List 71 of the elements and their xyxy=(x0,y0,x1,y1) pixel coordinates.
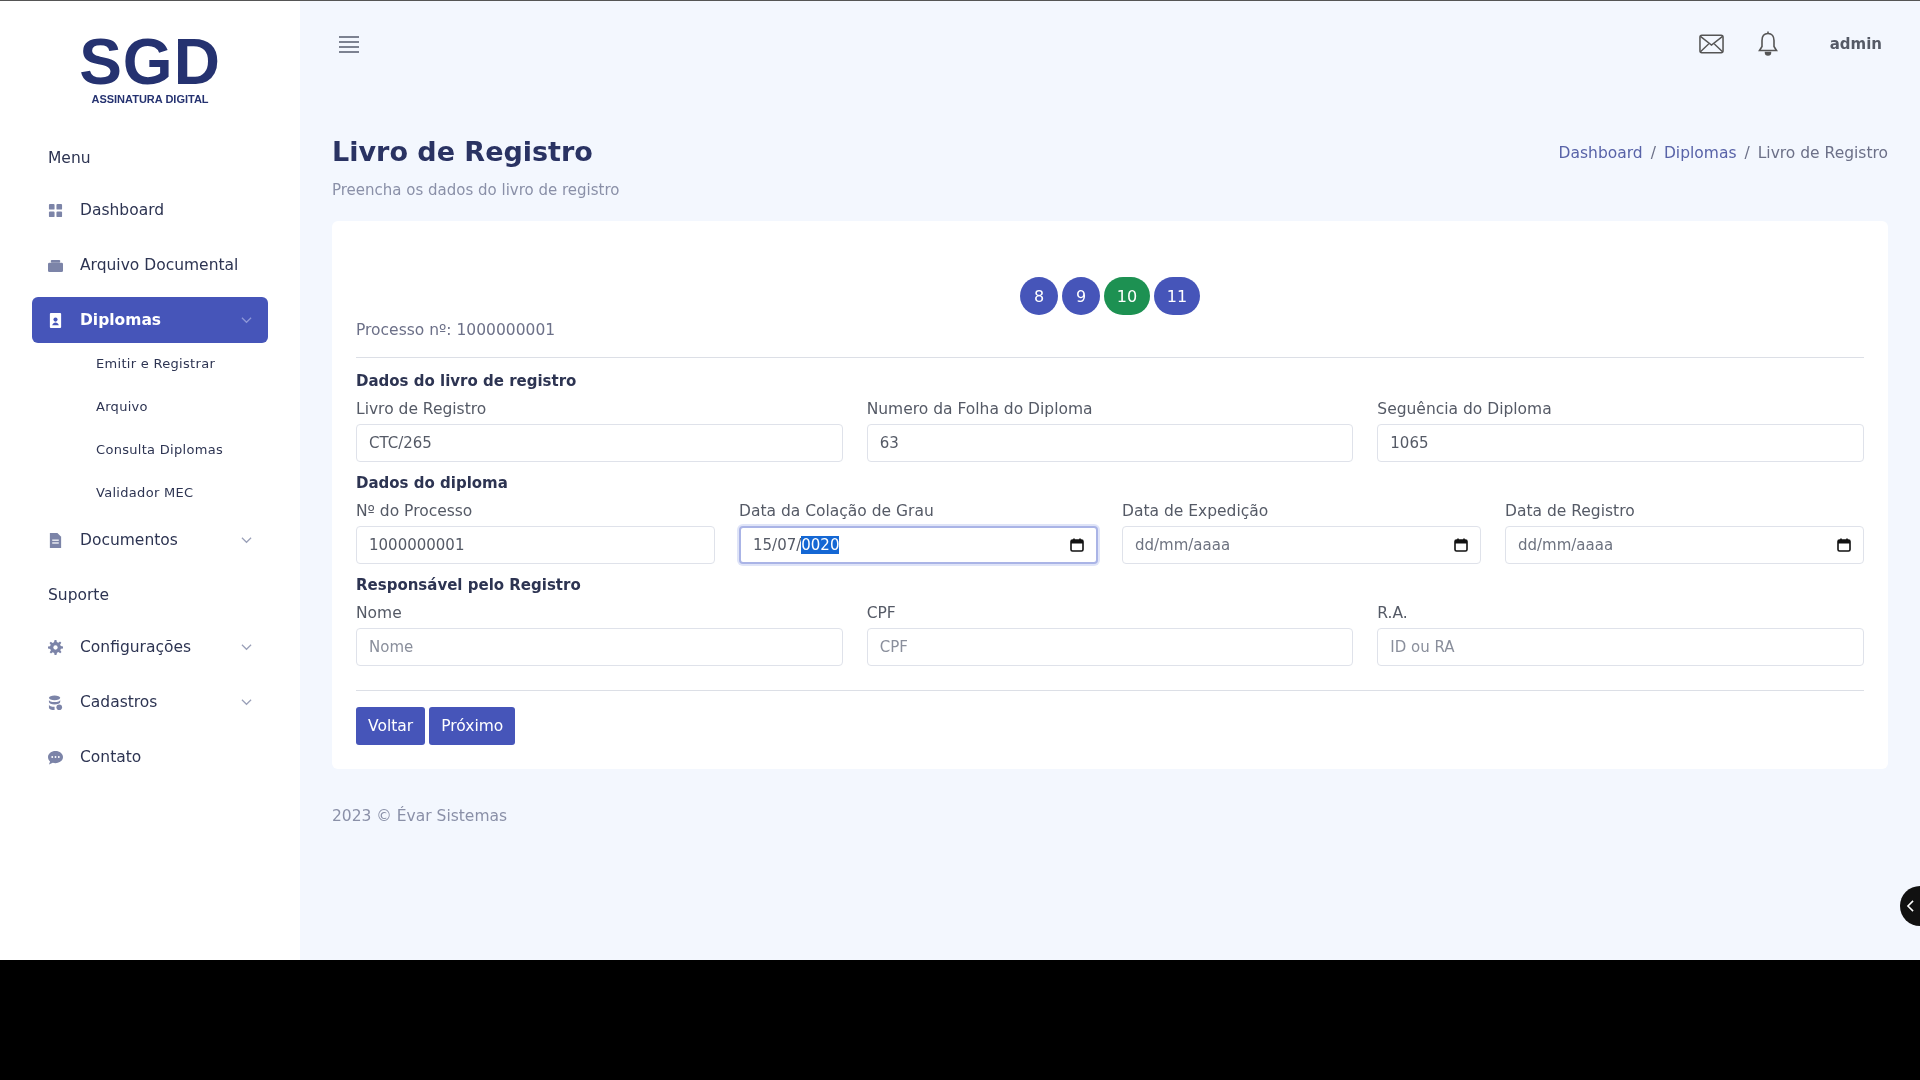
input-field[interactable]: 1065 xyxy=(1377,424,1864,462)
sidebar-item[interactable]: Dashboard xyxy=(32,187,268,233)
menu-section-title: Suporte xyxy=(47,586,110,604)
chevron-down-icon xyxy=(241,536,252,544)
submenu-item[interactable]: Arquivo xyxy=(32,388,268,431)
input-field[interactable]: ID ou RA xyxy=(1377,628,1864,666)
sidebar-item[interactable]: Configurações xyxy=(32,624,268,670)
database-icon xyxy=(48,694,63,710)
chevron-down-icon xyxy=(241,316,252,324)
sidebar-item[interactable]: Contato xyxy=(32,734,268,780)
field-label: Data de Expedição xyxy=(1122,502,1270,520)
footer-text: 2023 © Évar Sistemas xyxy=(332,807,509,825)
submenu-item[interactable]: Consulta Diplomas xyxy=(32,431,268,474)
date-field[interactable]: dd/mm/aaaa xyxy=(1505,526,1864,564)
submenu-item[interactable]: Validador MEC xyxy=(32,474,268,517)
input-field[interactable]: CPF xyxy=(866,628,1354,666)
breadcrumb-link[interactable]: Diplomas xyxy=(1663,144,1737,162)
input-field[interactable]: 63 xyxy=(866,424,1354,462)
menu-icon[interactable] xyxy=(338,35,360,53)
field-label: Seguência do Diploma xyxy=(1377,400,1553,418)
chevron-left-icon xyxy=(1906,900,1915,912)
logo-title: SGD xyxy=(79,33,221,91)
section-heading: Dados do diploma xyxy=(356,474,509,492)
date-field[interactable]: dd/mm/aaaa xyxy=(1122,526,1481,564)
input-field[interactable]: CTC/265 xyxy=(356,424,843,462)
step-indicator[interactable]: 11 xyxy=(1154,277,1200,315)
step-indicator[interactable]: 10 xyxy=(1104,277,1150,315)
field-label: Data de Registro xyxy=(1505,502,1636,520)
date-field[interactable]: 15/07/0020 xyxy=(739,526,1098,564)
field-label: Livro de Registro xyxy=(356,400,488,418)
form-button[interactable]: Voltar xyxy=(356,707,426,745)
form-button[interactable]: Próximo xyxy=(429,707,516,745)
calendar-icon[interactable] xyxy=(1070,538,1084,552)
bell-icon[interactable] xyxy=(1757,31,1778,57)
page-title: Livro de Registro xyxy=(332,136,594,167)
breadcrumb-separator: / xyxy=(1744,144,1750,162)
sidebar-item[interactable]: Cadastros xyxy=(32,679,268,725)
settings-icon xyxy=(48,639,63,655)
chevron-down-icon xyxy=(241,698,252,706)
document-icon xyxy=(48,532,63,548)
breadcrumb-link[interactable]: Dashboard xyxy=(1558,144,1643,162)
page-subtitle: Preencha os dados do livro de registro xyxy=(332,181,620,199)
menu-section-title: Menu xyxy=(47,149,92,167)
section-heading: Responsável pelo Registro xyxy=(356,576,582,594)
chevron-down-icon xyxy=(241,643,252,651)
briefcase-icon xyxy=(48,257,63,273)
process-number: Processo nº: 1000000001 xyxy=(356,321,557,339)
submenu-item[interactable]: Emitir e Registrar xyxy=(32,345,268,388)
field-label: R.A. xyxy=(1377,604,1409,622)
sidebar-item[interactable]: Diplomas xyxy=(32,297,268,343)
calendar-icon[interactable] xyxy=(1454,538,1468,552)
logo-subtitle: ASSINATURA DIGITAL xyxy=(91,93,209,105)
sidebar-item[interactable]: Documentos xyxy=(32,517,268,563)
breadcrumb-separator: / xyxy=(1650,144,1656,162)
user-name[interactable]: admin xyxy=(1829,35,1882,53)
field-label: Data da Colação de Grau xyxy=(739,502,935,520)
field-label: CPF xyxy=(866,604,897,622)
input-field[interactable]: 1000000001 xyxy=(356,526,715,564)
mail-icon[interactable] xyxy=(1698,34,1724,54)
id-badge-icon xyxy=(48,312,63,328)
sidebar-item[interactable]: Arquivo Documental xyxy=(32,242,268,288)
step-indicator[interactable]: 8 xyxy=(1020,277,1058,315)
calendar-icon[interactable] xyxy=(1837,538,1851,552)
field-label: Nome xyxy=(356,604,403,622)
grid-icon xyxy=(48,202,63,218)
field-label: Nº do Processo xyxy=(356,502,474,520)
chat-bubble-icon xyxy=(48,749,63,765)
field-label: Numero da Folha do Diploma xyxy=(866,400,1094,418)
input-field[interactable]: Nome xyxy=(356,628,843,666)
section-heading: Dados do livro de registro xyxy=(356,372,578,390)
step-indicator[interactable]: 9 xyxy=(1062,277,1100,315)
